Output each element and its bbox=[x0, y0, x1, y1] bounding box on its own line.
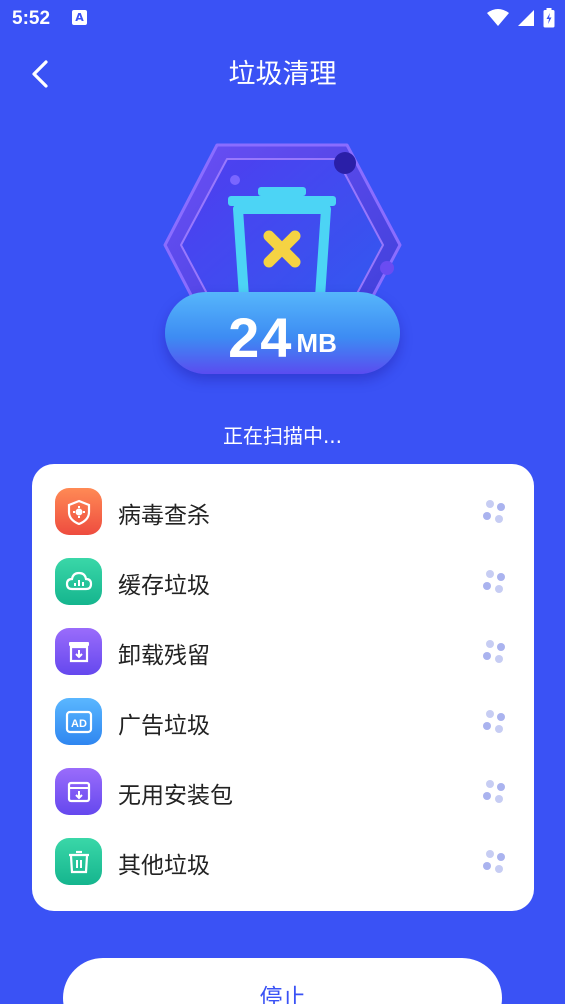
list-item-cache: 缓存垃圾 bbox=[32, 546, 534, 616]
loading-spinner-icon bbox=[483, 640, 505, 663]
list-item-label: 病毒查杀 bbox=[118, 503, 210, 529]
loading-spinner-icon bbox=[483, 710, 505, 733]
loading-spinner-icon bbox=[483, 850, 505, 873]
status-bar: 5:52 A bbox=[0, 0, 565, 38]
status-time: 5:52 bbox=[12, 8, 51, 29]
list-item-label: 广告垃圾 bbox=[118, 713, 210, 739]
status-icons bbox=[487, 8, 555, 28]
list-item-ads: AD 广告垃圾 bbox=[32, 686, 534, 756]
list-item-label: 缓存垃圾 bbox=[118, 573, 210, 599]
list-item-other-junk: 其他垃圾 bbox=[32, 826, 534, 896]
list-item-useless-packages: 无用安装包 bbox=[32, 756, 534, 826]
list-item-label: 无用安装包 bbox=[118, 783, 233, 809]
junk-size-unit: MB bbox=[296, 328, 337, 358]
wifi-icon bbox=[487, 9, 509, 26]
loading-spinner-icon bbox=[483, 500, 505, 523]
junk-size-display: 24 MB bbox=[165, 292, 400, 374]
stop-button-label: 停止 bbox=[259, 985, 306, 1004]
cloud-cache-icon bbox=[55, 558, 102, 605]
list-item-label: 卸载残留 bbox=[118, 643, 210, 669]
scan-status-text: 正在扫描中... bbox=[222, 424, 343, 448]
junk-size-value: 24 bbox=[228, 306, 293, 369]
list-item-label: 其他垃圾 bbox=[118, 853, 210, 879]
page-title: 垃圾清理 bbox=[228, 59, 337, 90]
ad-icon: AD bbox=[55, 698, 102, 745]
scan-items-card: 病毒查杀 缓存垃圾 卸载残留 AD 广告垃圾 无用安装包 其他垃圾 bbox=[32, 464, 534, 911]
list-item-uninstall-residue: 卸载残留 bbox=[32, 616, 534, 686]
loading-spinner-icon bbox=[483, 780, 505, 803]
notification-icon: A bbox=[72, 10, 87, 25]
battery-icon bbox=[543, 8, 555, 28]
svg-text:AD: AD bbox=[71, 718, 87, 730]
package-icon bbox=[55, 768, 102, 815]
stop-button[interactable]: 停止 bbox=[63, 958, 502, 1004]
list-item-virus-scan: 病毒查杀 bbox=[32, 476, 534, 546]
screen: 5:52 A 垃圾清理 24 MB 正在扫描中... 病毒查杀 缓存垃圾 卸载残… bbox=[0, 0, 565, 1004]
loading-spinner-icon bbox=[483, 570, 505, 593]
trash-icon bbox=[55, 838, 102, 885]
signal-icon bbox=[518, 10, 534, 26]
uninstall-residue-icon bbox=[55, 628, 102, 675]
virus-shield-icon bbox=[55, 488, 102, 535]
